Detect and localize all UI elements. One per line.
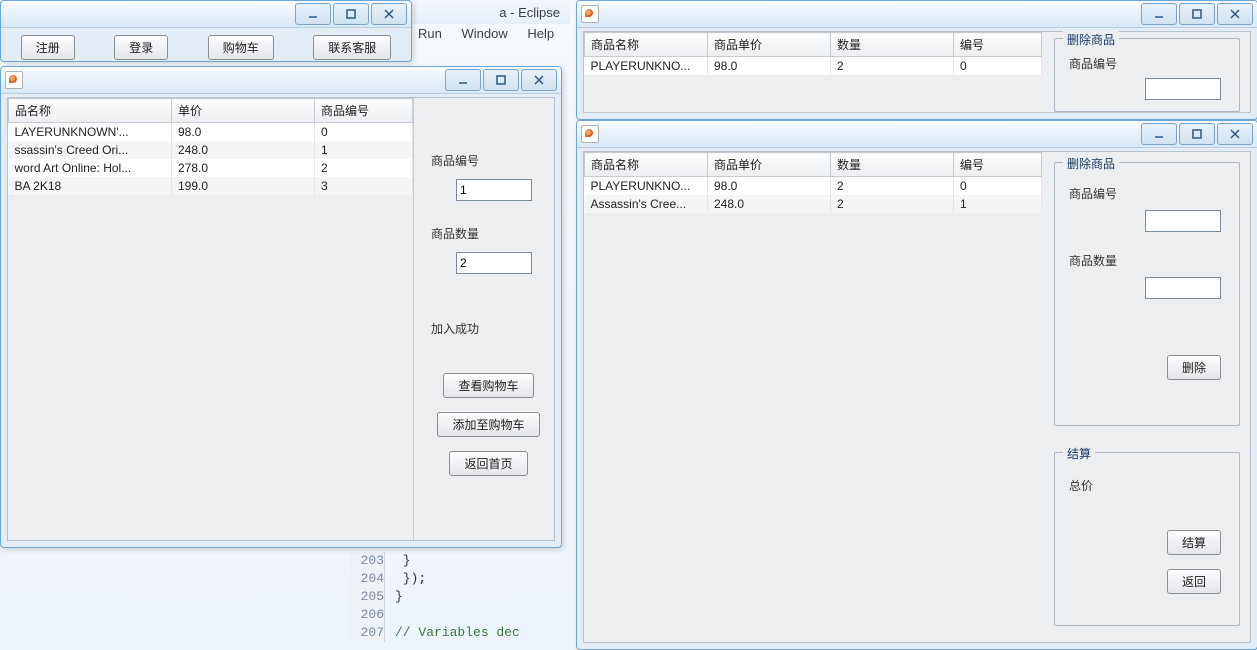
- maximize-button[interactable]: [1179, 3, 1215, 25]
- maximize-button[interactable]: [483, 69, 519, 91]
- register-button[interactable]: 注册: [21, 35, 75, 60]
- login-button[interactable]: 登录: [114, 35, 168, 60]
- table-row[interactable]: word Art Online: Hol...278.02: [9, 159, 413, 177]
- del-qty-input[interactable]: [1145, 277, 1221, 299]
- cart-window-2: 商品名称 商品单价 数量 编号 PLAYERUNKNO...98.020 Ass…: [576, 120, 1257, 650]
- cart-button[interactable]: 购物车: [208, 35, 274, 60]
- del-qty-label: 商品数量: [1069, 252, 1239, 269]
- eclipse-menu: Run Window Help: [418, 26, 554, 41]
- view-cart-button[interactable]: 查看购物车: [443, 373, 533, 398]
- table-row[interactable]: PLAYERUNKNO...98.020: [585, 57, 1042, 76]
- minimize-button[interactable]: [445, 69, 481, 91]
- delete-groupbox-1: 删除商品 商品编号: [1054, 38, 1240, 112]
- del-id-label: 商品编号: [1069, 55, 1239, 72]
- contact-button[interactable]: 联系客服: [313, 35, 391, 60]
- products-side: 商品编号 商品数量 加入成功 查看购物车 添加至购物车 返回首页: [423, 98, 554, 540]
- minimize-button[interactable]: [1141, 3, 1177, 25]
- del-id-label: 商品编号: [1069, 185, 1239, 202]
- del-id-input[interactable]: [1145, 210, 1221, 232]
- maximize-button[interactable]: [333, 3, 369, 25]
- table-row[interactable]: BA 2K18199.03: [9, 177, 413, 195]
- close-button[interactable]: [1217, 123, 1253, 145]
- cart1-table[interactable]: 商品名称 商品单价 数量 编号 PLAYERUNKNO...98.020: [584, 32, 1042, 75]
- back-button[interactable]: 返回: [1167, 569, 1221, 594]
- java-icon: [5, 71, 23, 89]
- table-row[interactable]: ssassin's Creed Ori...248.01: [9, 141, 413, 159]
- table-row[interactable]: LAYERUNKNOWN'...98.00: [9, 123, 413, 142]
- del-id-input-1[interactable]: [1145, 78, 1221, 100]
- main-toolbar-window: 注册 登录 购物车 联系客服: [0, 0, 412, 62]
- cart-window-1: 商品名称 商品单价 数量 编号 PLAYERUNKNO...98.020 删除商…: [576, 0, 1257, 120]
- table-row[interactable]: Assassin's Cree...248.021: [585, 195, 1042, 213]
- minimize-button[interactable]: [1141, 123, 1177, 145]
- table-row[interactable]: PLAYERUNKNO...98.020: [585, 177, 1042, 196]
- col-id[interactable]: 商品编号: [315, 99, 413, 123]
- minimize-button[interactable]: [295, 3, 331, 25]
- col-name[interactable]: 品名称: [9, 99, 172, 123]
- close-button[interactable]: [521, 69, 557, 91]
- eclipse-code: 203 } 204 }); 205} 206 207// Variables d…: [350, 552, 570, 642]
- checkout-button[interactable]: 结算: [1167, 530, 1221, 555]
- close-button[interactable]: [371, 3, 407, 25]
- products-table-wrap: 品名称 单价 商品编号 LAYERUNKNOWN'...98.00 ssassi…: [8, 98, 414, 540]
- products-window: 品名称 单价 商品编号 LAYERUNKNOWN'...98.00 ssassi…: [0, 66, 562, 548]
- product-qty-input[interactable]: [456, 252, 532, 274]
- total-label: 总价: [1069, 477, 1239, 494]
- products-table[interactable]: 品名称 单价 商品编号 LAYERUNKNOWN'...98.00 ssassi…: [8, 98, 413, 195]
- java-icon: [581, 125, 599, 143]
- product-id-label: 商品编号: [431, 152, 546, 169]
- product-id-input[interactable]: [456, 179, 532, 201]
- checkout-groupbox: 结算 总价 结算 返回: [1054, 452, 1240, 626]
- delete-groupbox-2: 删除商品 商品编号 商品数量 删除: [1054, 162, 1240, 426]
- maximize-button[interactable]: [1179, 123, 1215, 145]
- cart2-table[interactable]: 商品名称 商品单价 数量 编号 PLAYERUNKNO...98.020 Ass…: [584, 152, 1042, 213]
- java-icon: [581, 5, 599, 23]
- close-button[interactable]: [1217, 3, 1253, 25]
- add-to-cart-button[interactable]: 添加至购物车: [437, 412, 539, 437]
- delete-button[interactable]: 删除: [1167, 355, 1221, 380]
- product-qty-label: 商品数量: [431, 225, 546, 242]
- status-text: 加入成功: [431, 320, 546, 337]
- back-home-button[interactable]: 返回首页: [449, 451, 527, 476]
- col-price[interactable]: 单价: [172, 99, 315, 123]
